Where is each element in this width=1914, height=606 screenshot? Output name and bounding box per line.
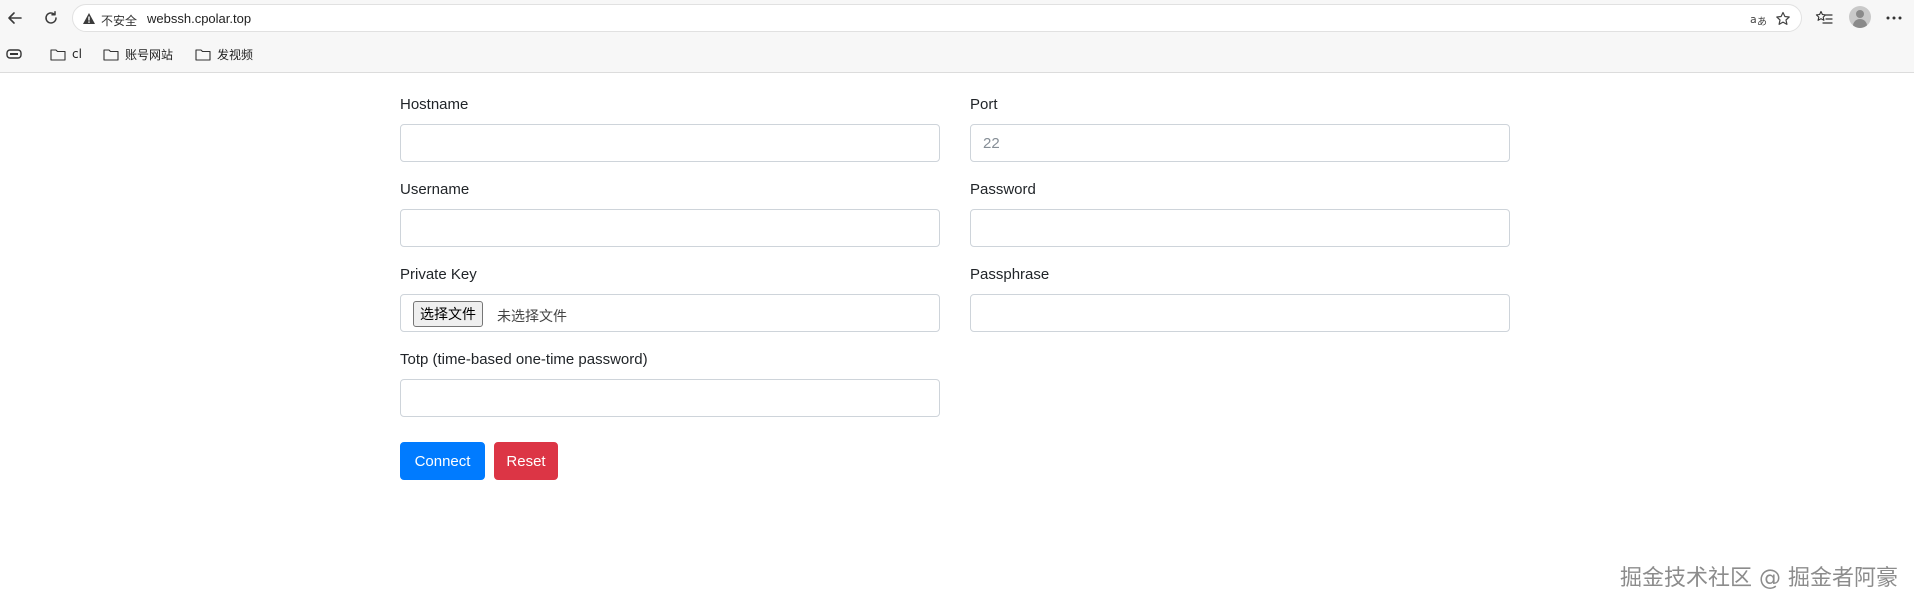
password-label: Password [970, 181, 1036, 198]
connect-button[interactable]: Connect [400, 442, 485, 480]
hostname-label: Hostname [400, 96, 469, 113]
bookmark-folder-cl[interactable]: cl [50, 45, 82, 63]
favorite-star-icon[interactable] [1773, 9, 1793, 29]
url-text[interactable]: webssh.cpolar.top [147, 11, 251, 26]
reload-icon [45, 11, 57, 24]
passphrase-input[interactable] [970, 294, 1510, 332]
favorites-collection-icon[interactable] [1812, 6, 1836, 30]
more-menu-icon[interactable] [1882, 6, 1906, 30]
choose-file-button[interactable]: 选择文件 [413, 301, 483, 327]
tab-actions-icon[interactable] [6, 45, 28, 63]
profile-avatar[interactable] [1849, 6, 1871, 28]
hostname-input[interactable] [400, 124, 940, 162]
port-input[interactable] [970, 124, 1510, 162]
username-input[interactable] [400, 209, 940, 247]
insecure-label[interactable]: 不安全 [101, 12, 137, 29]
folder-icon [103, 48, 119, 61]
totp-input[interactable] [400, 379, 940, 417]
bookmark-label: 账号网站 [125, 47, 174, 62]
browser-toolbar: 不安全 webssh.cpolar.top a あ [0, 0, 1914, 36]
bookmarks-bar: cl 账号网站 发视频 [0, 36, 1914, 72]
private-key-file-input[interactable]: 选择文件 未选择文件 [400, 294, 940, 332]
totp-label: Totp (time-based one-time password) [400, 351, 648, 368]
bookmark-folder-accounts[interactable]: 账号网站 [103, 45, 173, 63]
address-bar[interactable]: 不安全 webssh.cpolar.top a あ [72, 4, 1802, 32]
bookmark-folder-videos[interactable]: 发视频 [195, 45, 253, 63]
bookmark-label: 发视频 [217, 47, 254, 62]
bookmark-label: cl [72, 47, 82, 61]
password-input[interactable] [970, 209, 1510, 247]
private-key-label: Private Key [400, 266, 477, 283]
watermark-text: 掘金技术社区 @ 掘金者阿豪 [1620, 566, 1898, 591]
folder-icon [195, 48, 211, 61]
svg-text:a: a [1750, 13, 1757, 26]
port-label: Port [970, 96, 998, 113]
page-viewport: Hostname Port Username Password Private … [0, 72, 1914, 606]
reset-button[interactable]: Reset [494, 442, 558, 480]
folder-icon [50, 48, 66, 61]
back-arrow-icon [8, 12, 22, 24]
back-button[interactable] [2, 6, 28, 30]
warning-icon[interactable] [81, 10, 97, 26]
translate-icon[interactable]: a あ [1749, 9, 1769, 29]
svg-text:あ: あ [1757, 16, 1767, 27]
username-label: Username [400, 181, 470, 198]
file-status-text: 未选择文件 [497, 309, 567, 325]
passphrase-label: Passphrase [970, 266, 1050, 283]
reload-button[interactable] [38, 6, 64, 30]
